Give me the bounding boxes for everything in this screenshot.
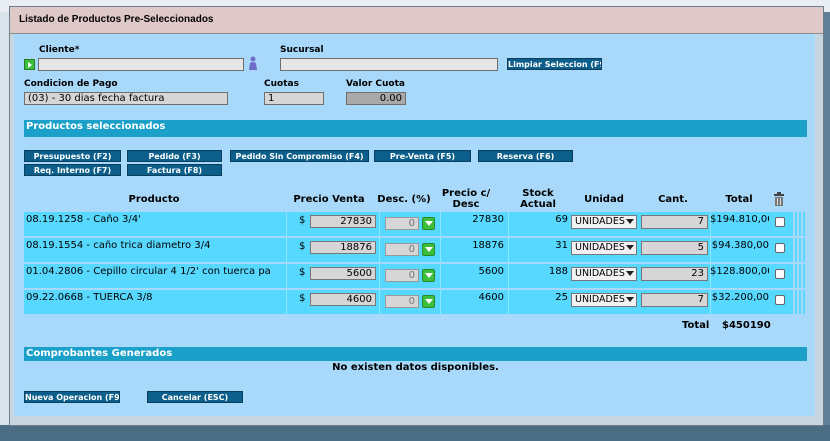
pre-venta-button[interactable]: Pre-Venta (F5) — [374, 150, 471, 162]
chevron-down-icon — [626, 271, 634, 276]
precio-desc-cell: 4600 — [478, 292, 504, 303]
col-unidad: Unidad — [584, 193, 624, 205]
person-search-icon[interactable] — [248, 56, 258, 71]
precio-desc-cell: 27830 — [472, 214, 504, 225]
descuento-dropdown-icon[interactable] — [422, 269, 435, 282]
producto-cell: 08.19.1554 - caño trica diametro 3/4 — [26, 240, 211, 251]
descuento-input[interactable]: 0 — [385, 243, 419, 256]
valor-cuota-label: Valor Cuota — [346, 79, 405, 89]
dialog-title-bar[interactable]: Listado de Productos Pre-Seleccionados — [10, 7, 823, 34]
stock-cell: 69 — [555, 214, 568, 225]
cantidad-input[interactable]: 23 — [641, 267, 708, 281]
currency-symbol: $ — [299, 267, 306, 278]
cliente-label: Cliente* — [39, 45, 80, 55]
stock-cell: 25 — [555, 292, 568, 303]
unidad-select[interactable]: UNIDADES — [571, 241, 637, 255]
precio-venta-input[interactable]: 18876 — [310, 241, 376, 254]
currency-symbol: $ — [299, 241, 306, 252]
table-row: 01.04.2806 - Cepillo circular 4 1/2' con… — [24, 264, 807, 290]
row-checkbox[interactable] — [775, 269, 785, 279]
unidad-select[interactable]: UNIDADES — [571, 267, 637, 281]
unidad-select[interactable]: UNIDADES — [571, 293, 637, 307]
precio-venta-input[interactable]: 27830 — [310, 215, 376, 228]
condicion-pago-field[interactable]: (03) - 30 dias fecha factura — [24, 92, 228, 105]
productos-section-header: Productos seleccionados — [24, 120, 807, 134]
dialog-title: Listado de Productos Pre-Seleccionados — [19, 14, 214, 25]
pedido-button[interactable]: Pedido (F3) — [127, 150, 222, 162]
dialog-content: Cliente* Sucursal Limpiar Seleccion (F9 … — [14, 34, 815, 416]
stock-cell: 188 — [548, 266, 568, 277]
col-desc: Desc. (%) — [377, 193, 431, 205]
empty-message: No existen datos disponibles. — [332, 362, 499, 373]
cuotas-input[interactable]: 1 — [264, 92, 324, 105]
unidad-value: UNIDADES — [575, 216, 625, 227]
trash-icon[interactable] — [768, 186, 790, 212]
unidad-value: UNIDADES — [575, 268, 625, 279]
section-underline — [24, 134, 807, 137]
reserva-button[interactable]: Reserva (F6) — [478, 150, 573, 162]
currency-symbol: $ — [299, 215, 306, 226]
pedido-sin-compromiso-button[interactable]: Pedido Sin Compromiso (F4) — [230, 150, 369, 162]
precio-desc-cell: 5600 — [478, 266, 504, 277]
producto-cell: 01.04.2806 - Cepillo circular 4 1/2' con… — [26, 266, 271, 277]
row-checkbox[interactable] — [775, 243, 785, 253]
chevron-down-icon — [626, 297, 634, 302]
factura-button[interactable]: Factura (F8) — [127, 164, 222, 176]
total-cell: $32.200,00 — [711, 292, 769, 303]
cuotas-label: Cuotas — [264, 79, 299, 89]
unidad-value: UNIDADES — [575, 294, 625, 305]
col-total: Total — [725, 193, 753, 205]
total-cell: $94.380,00 — [711, 240, 769, 251]
chevron-down-icon — [626, 219, 634, 224]
products-dialog: Listado de Productos Pre-Seleccionados C… — [9, 6, 824, 426]
row-checkbox[interactable] — [775, 295, 785, 305]
cantidad-input[interactable]: 5 — [641, 241, 708, 255]
condicion-pago-label: Condicion de Pago — [24, 79, 118, 89]
cantidad-input[interactable]: 7 — [641, 215, 708, 229]
col-producto: Producto — [128, 193, 180, 205]
table-row: 08.19.1258 - Caño 3/4' $ 27830 0 27830 6… — [24, 212, 807, 238]
nueva-operacion-button[interactable]: Nueva Operacion (F9 — [24, 391, 120, 403]
total-label: Total — [682, 320, 710, 331]
descuento-dropdown-icon[interactable] — [422, 295, 435, 308]
precio-venta-input[interactable]: 5600 — [310, 267, 376, 280]
sucursal-label: Sucursal — [280, 45, 324, 55]
chevron-down-icon — [626, 245, 634, 250]
descuento-input[interactable]: 0 — [385, 217, 419, 230]
total-cell: $128.800,00 — [710, 266, 769, 277]
unidad-select[interactable]: UNIDADES — [571, 215, 637, 229]
cancelar-button[interactable]: Cancelar (ESC) — [147, 391, 243, 403]
sucursal-input[interactable] — [280, 58, 498, 71]
col-stock: Stock Actual — [520, 188, 556, 210]
col-cant: Cant. — [658, 193, 688, 205]
products-table-header: Producto Precio Venta Desc. (%) Precio c… — [24, 186, 807, 212]
cantidad-input[interactable]: 7 — [641, 293, 708, 307]
total-cell: $194.810,00 — [710, 214, 769, 225]
req-interno-button[interactable]: Req. Interno (F7) — [24, 164, 121, 176]
descuento-dropdown-icon[interactable] — [422, 243, 435, 256]
descuento-input[interactable]: 0 — [385, 295, 419, 308]
presupuesto-button[interactable]: Presupuesto (F2) — [24, 150, 121, 162]
background-window-bottom — [0, 425, 830, 441]
col-precio-desc: Precio c/ Desc — [441, 188, 491, 210]
producto-cell: 09.22.0668 - TUERCA 3/8 — [26, 292, 153, 303]
play-icon[interactable] — [24, 59, 35, 70]
comprobantes-section-header: Comprobantes Generados — [24, 347, 807, 361]
grand-total-value: $450190 — [722, 320, 771, 331]
precio-venta-input[interactable]: 4600 — [310, 293, 376, 306]
descuento-input[interactable]: 0 — [385, 269, 419, 282]
cliente-input[interactable] — [38, 58, 244, 71]
currency-symbol: $ — [299, 293, 306, 304]
col-precio-venta: Precio Venta — [293, 193, 365, 205]
row-checkbox[interactable] — [775, 217, 785, 227]
limpiar-seleccion-button[interactable]: Limpiar Seleccion (F9 — [507, 58, 602, 70]
table-row: 08.19.1554 - caño trica diametro 3/4 $ 1… — [24, 238, 807, 264]
valor-cuota-field: 0.00 — [346, 92, 406, 105]
table-row: 09.22.0668 - TUERCA 3/8 $ 4600 0 4600 25… — [24, 290, 807, 316]
producto-cell: 08.19.1258 - Caño 3/4' — [26, 214, 141, 225]
descuento-dropdown-icon[interactable] — [422, 217, 435, 230]
unidad-value: UNIDADES — [575, 242, 625, 253]
stock-cell: 31 — [555, 240, 568, 251]
precio-desc-cell: 18876 — [472, 240, 504, 251]
